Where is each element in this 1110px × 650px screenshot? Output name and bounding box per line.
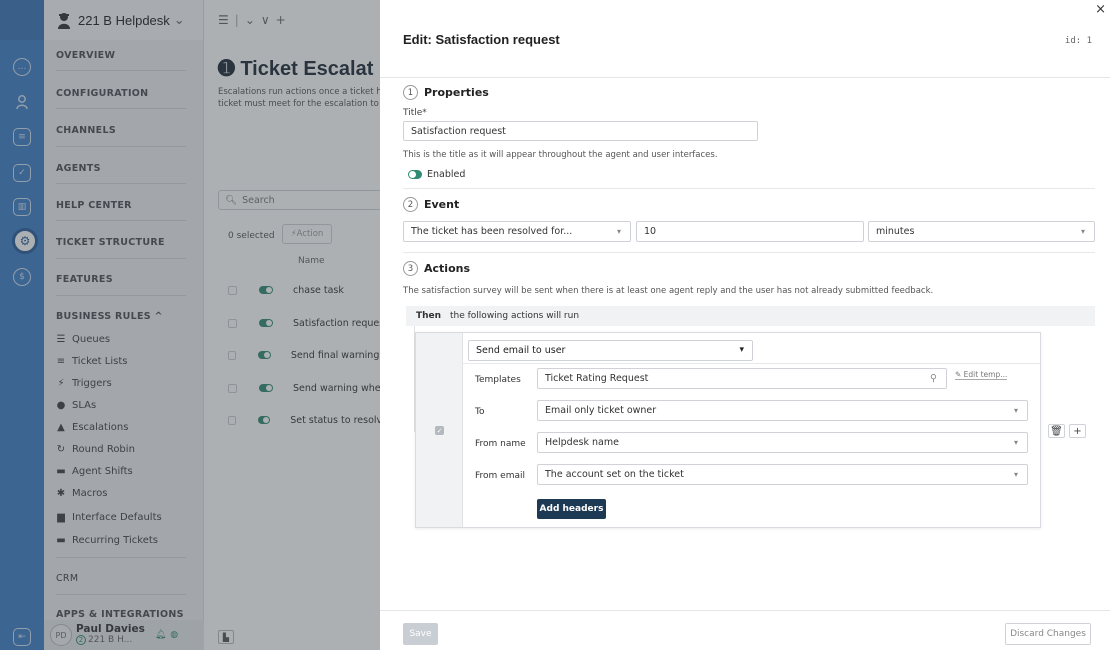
step-title: Properties xyxy=(424,86,489,99)
then-description: the following actions will run xyxy=(450,311,580,321)
from-email-select[interactable]: The account set on the ticket ▾ xyxy=(537,464,1028,485)
event-heading: 2 Event xyxy=(403,197,459,212)
event-condition-select[interactable]: The ticket has been resolved for... ▾ xyxy=(403,221,631,242)
modal-backdrop[interactable] xyxy=(0,0,380,650)
select-value: minutes xyxy=(876,226,915,237)
to-label: To xyxy=(475,407,485,417)
action-checkbox[interactable]: ✓ xyxy=(435,426,444,435)
chevron-down-icon: ▾ xyxy=(1013,406,1018,415)
select-value: Email only ticket owner xyxy=(545,405,657,416)
toggle-switch[interactable] xyxy=(408,170,422,179)
close-icon[interactable]: × xyxy=(1095,2,1106,17)
field-value: Ticket Rating Request xyxy=(545,373,649,384)
chevron-down-icon: ▾ xyxy=(1013,438,1018,447)
step-number: 2 xyxy=(403,197,418,212)
event-amount-input[interactable]: 10 xyxy=(636,221,864,242)
templates-label: Templates xyxy=(475,375,521,385)
add-action-button[interactable]: + xyxy=(1069,424,1086,438)
add-headers-button[interactable]: Add headers xyxy=(537,499,606,519)
trash-icon[interactable]: 🗑︎ xyxy=(1048,424,1065,438)
to-select[interactable]: Email only ticket owner ▾ xyxy=(537,400,1028,421)
discard-changes-button[interactable]: Discard Changes xyxy=(1005,623,1091,645)
record-id: id: 1 xyxy=(1064,36,1092,46)
chevron-down-icon: ▾ xyxy=(1080,227,1085,236)
edit-template-link[interactable]: ✎ Edit temp... xyxy=(955,370,1008,380)
then-label: Then xyxy=(416,311,442,321)
templates-field[interactable]: Ticket Rating Request ⚲ xyxy=(537,368,947,389)
event-unit-select[interactable]: minutes ▾ xyxy=(868,221,1095,242)
then-bar: Then the following actions will run xyxy=(406,306,1095,326)
save-button[interactable]: Save xyxy=(403,623,438,645)
search-icon: ⚲ xyxy=(930,373,937,384)
drawer-title: Edit: Satisfaction request xyxy=(403,32,560,47)
title-field[interactable]: Satisfaction request xyxy=(403,121,758,141)
chevron-down-icon: ▾ xyxy=(739,345,744,355)
action-gutter: ✓ xyxy=(416,333,463,527)
chevron-down-icon: ▾ xyxy=(1013,470,1018,479)
drawer-footer: Save Discard Changes xyxy=(380,610,1110,650)
step-title: Actions xyxy=(424,262,470,275)
enabled-toggle[interactable]: Enabled xyxy=(408,169,465,180)
edit-escalation-drawer: Edit: Satisfaction request id: 1 × 1 Pro… xyxy=(380,0,1110,650)
actions-heading: 3 Actions xyxy=(403,261,470,276)
from-email-label: From email xyxy=(475,471,525,481)
title-label: Title* xyxy=(403,108,427,118)
toggle-label: Enabled xyxy=(427,169,466,180)
select-value: Send email to user xyxy=(476,345,566,356)
divider xyxy=(403,252,1095,253)
select-value: The account set on the ticket xyxy=(545,469,684,480)
select-value: The ticket has been resolved for... xyxy=(411,226,573,237)
action-card: ✓ Send email to user ▾ Templates Ticket … xyxy=(415,332,1041,528)
from-name-label: From name xyxy=(475,439,526,449)
action-options: Templates Ticket Rating Request ⚲ ✎ Edit… xyxy=(463,363,1040,527)
link-label: Edit temp... xyxy=(963,370,1008,379)
select-value: Helpdesk name xyxy=(545,437,619,448)
from-name-select[interactable]: Helpdesk name ▾ xyxy=(537,432,1028,453)
step-number: 1 xyxy=(403,85,418,100)
title-help: This is the title as it will appear thro… xyxy=(403,150,718,160)
step-number: 3 xyxy=(403,261,418,276)
actions-help: The satisfaction survey will be sent whe… xyxy=(403,286,934,296)
properties-heading: 1 Properties xyxy=(403,85,489,100)
step-title: Event xyxy=(424,198,460,211)
drawer-header: Edit: Satisfaction request id: 1 × xyxy=(380,0,1110,78)
divider xyxy=(403,188,1095,189)
action-type-select[interactable]: Send email to user ▾ xyxy=(468,340,753,361)
chevron-down-icon: ▾ xyxy=(616,227,621,236)
